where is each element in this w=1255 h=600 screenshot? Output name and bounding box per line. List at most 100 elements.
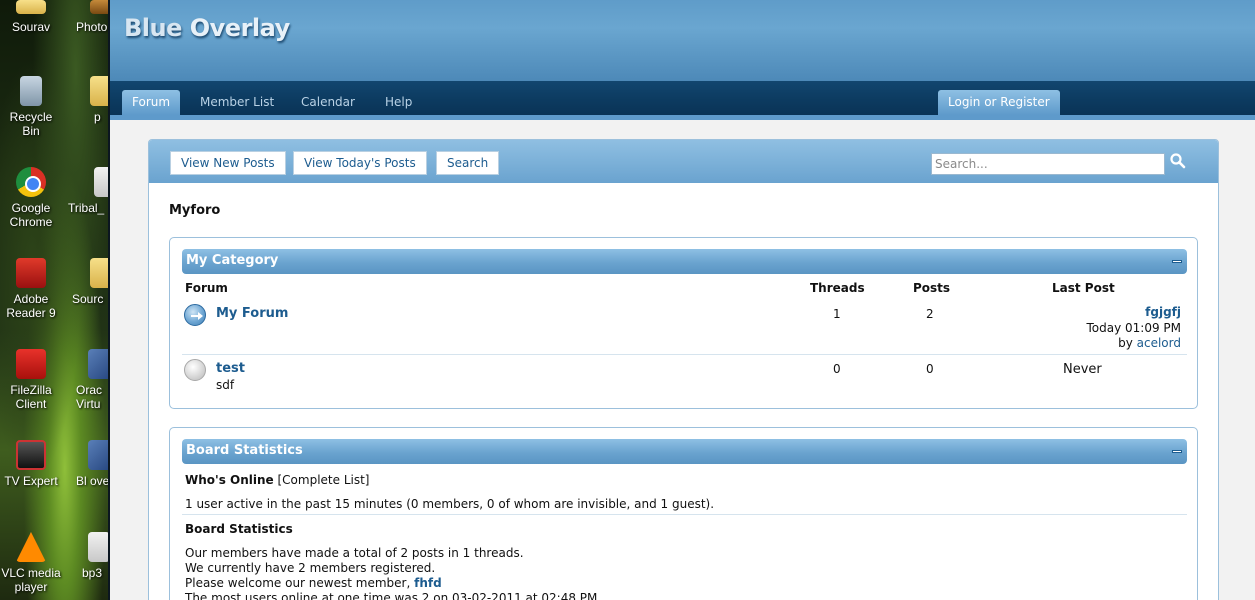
document-icon — [88, 532, 108, 562]
forum-threads-count: 0 — [833, 362, 841, 376]
last-post-never: Never — [1063, 362, 1102, 377]
main-navigation: Forum Member List Calendar Help Login or… — [110, 81, 1255, 115]
folder-icon — [16, 0, 46, 14]
board-statistics-title[interactable]: Board Statistics — [186, 443, 303, 458]
last-post-author: by acelord — [1118, 336, 1181, 350]
forum-posts-count: 0 — [926, 362, 934, 376]
desktop-icon-p[interactable]: p — [86, 76, 108, 124]
logo-text-blue: Blue — [124, 14, 182, 42]
nav-tab-member-list[interactable]: Member List — [190, 90, 284, 115]
desktop-icon-label: Orac Virtu — [76, 383, 103, 411]
desktop-icon-label: Sourav — [11, 20, 51, 34]
site-header: Blue Overlay — [110, 0, 1255, 81]
desktop-icon-photo[interactable]: Photo — [76, 0, 108, 34]
collapse-icon[interactable] — [1172, 450, 1182, 453]
desktop-icon-label: Adobe Reader 9 — [6, 292, 56, 320]
photo-icon — [90, 0, 108, 14]
last-post-link[interactable]: fgjgfj — [1145, 305, 1181, 319]
desktop-icon-recycle-bin[interactable]: Recycle Bin — [0, 76, 62, 138]
document-icon — [94, 167, 108, 197]
last-post-time: Today 01:09 PM — [1086, 321, 1181, 335]
desktop-icon-label: VLC media player — [1, 566, 61, 594]
site-logo[interactable]: Blue Overlay — [124, 14, 290, 42]
nav-tab-help[interactable]: Help — [375, 90, 422, 115]
content-container: View New Posts View Today's Posts Search… — [148, 139, 1219, 600]
forum-page: Blue Overlay Forum Member List Calendar … — [108, 0, 1255, 600]
search-input[interactable] — [931, 153, 1165, 175]
forum-threads-count: 1 — [833, 307, 841, 321]
column-header-threads: Threads — [810, 281, 865, 295]
column-header-last-post: Last Post — [1052, 281, 1115, 295]
desktop-icon-tv-expert[interactable]: TV Expert — [0, 440, 62, 488]
desktop-icon-vlc[interactable]: VLC media player — [0, 532, 62, 594]
newest-member-link[interactable]: fhfd — [414, 576, 442, 590]
login-register-tab[interactable]: Login or Register — [938, 90, 1060, 115]
forum-description: sdf — [216, 378, 235, 392]
active-users-text: 1 user active in the past 15 minutes (0 … — [185, 497, 715, 511]
desktop-icon-source[interactable]: Sourc — [72, 258, 108, 306]
nav-tab-forum[interactable]: Forum — [122, 90, 181, 115]
desktop-icon-oracle-virtualbox[interactable]: Orac Virtu — [76, 349, 108, 411]
complete-list-link[interactable]: [Complete List] — [278, 473, 370, 487]
desktop-background: Sourav Recycle Bin Google Chrome Adobe R… — [0, 0, 108, 600]
view-new-posts-button[interactable]: View New Posts — [170, 151, 286, 175]
category-title[interactable]: My Category — [186, 253, 278, 268]
board-statistics-panel: Board Statistics Who's Online [Complete … — [169, 427, 1198, 600]
forum-status-new-icon — [184, 304, 206, 326]
stats-members-registered: We currently have 2 members registered. — [185, 561, 436, 575]
tv-icon — [16, 440, 46, 470]
board-statistics-subheading: Board Statistics — [185, 522, 293, 536]
desktop-icon-sourav[interactable]: Sourav — [0, 0, 62, 34]
forum-link-test[interactable]: test — [216, 361, 245, 376]
desktop-icon-chrome[interactable]: Google Chrome — [0, 167, 62, 229]
last-post-title[interactable]: fgjgfj — [1145, 305, 1181, 319]
page-title: Myforo — [169, 203, 221, 218]
category-header: My Category — [182, 249, 1187, 274]
stats-newest-member: Please welcome our newest member, fhfd — [185, 576, 442, 590]
desktop-icon-adobe-reader[interactable]: Adobe Reader 9 — [0, 258, 62, 320]
row-divider — [182, 514, 1187, 515]
desktop-icon-label: p — [94, 110, 101, 124]
category-panel: My Category Forum Threads Posts Last Pos… — [169, 237, 1198, 409]
adobe-reader-icon — [16, 258, 46, 288]
desktop-icon-label: Recycle Bin — [9, 110, 53, 138]
logo-text-overlay: Overlay — [189, 14, 291, 42]
view-todays-posts-button[interactable]: View Today's Posts — [293, 151, 427, 175]
whos-online-heading: Who's Online [Complete List] — [185, 473, 370, 487]
last-post-user-link[interactable]: acelord — [1137, 336, 1181, 350]
chrome-icon — [16, 167, 46, 197]
folder-icon — [90, 76, 108, 106]
archive-icon — [88, 440, 108, 470]
column-header-forum: Forum — [185, 281, 228, 295]
search-icon[interactable] — [1169, 152, 1187, 170]
newest-member-prefix: Please welcome our newest member, — [185, 576, 411, 590]
desktop-icon-label: Photo — [76, 20, 108, 34]
search-button[interactable]: Search — [436, 151, 500, 175]
column-header-posts: Posts — [913, 281, 951, 295]
folder-icon — [90, 258, 108, 288]
forum-status-old-icon — [184, 359, 206, 381]
last-post-by-label: by — [1118, 336, 1133, 350]
desktop-icon-label: TV Expert — [4, 474, 58, 488]
row-divider — [182, 354, 1187, 355]
vlc-icon — [16, 532, 46, 562]
desktop-icon-label: Sourc — [72, 292, 104, 306]
forum-link-my-forum[interactable]: My Forum — [216, 306, 288, 321]
forum-toolbar: View New Posts View Today's Posts Search — [149, 140, 1218, 183]
whos-online-label: Who's Online — [185, 473, 274, 487]
forum-posts-count: 2 — [926, 307, 934, 321]
stats-most-users-online: The most users online at one time was 2 … — [185, 591, 598, 600]
nav-tab-calendar[interactable]: Calendar — [291, 90, 365, 115]
desktop-icon-blue-overlay[interactable]: Bl overl — [76, 440, 108, 488]
virtualbox-icon — [88, 349, 108, 379]
board-statistics-header: Board Statistics — [182, 439, 1187, 464]
desktop-icon-label: Bl overl — [76, 474, 108, 488]
desktop-icon-label: bp3 — [82, 566, 103, 580]
desktop-icon-bp3[interactable]: bp3 — [82, 532, 108, 580]
desktop-icon-label: Google Chrome — [9, 201, 53, 229]
desktop-icon-tribal[interactable]: Tribal_ — [68, 167, 108, 215]
recycle-bin-icon — [20, 76, 42, 106]
filezilla-icon — [16, 349, 46, 379]
collapse-icon[interactable] — [1172, 260, 1182, 263]
desktop-icon-filezilla[interactable]: FileZilla Client — [0, 349, 62, 411]
